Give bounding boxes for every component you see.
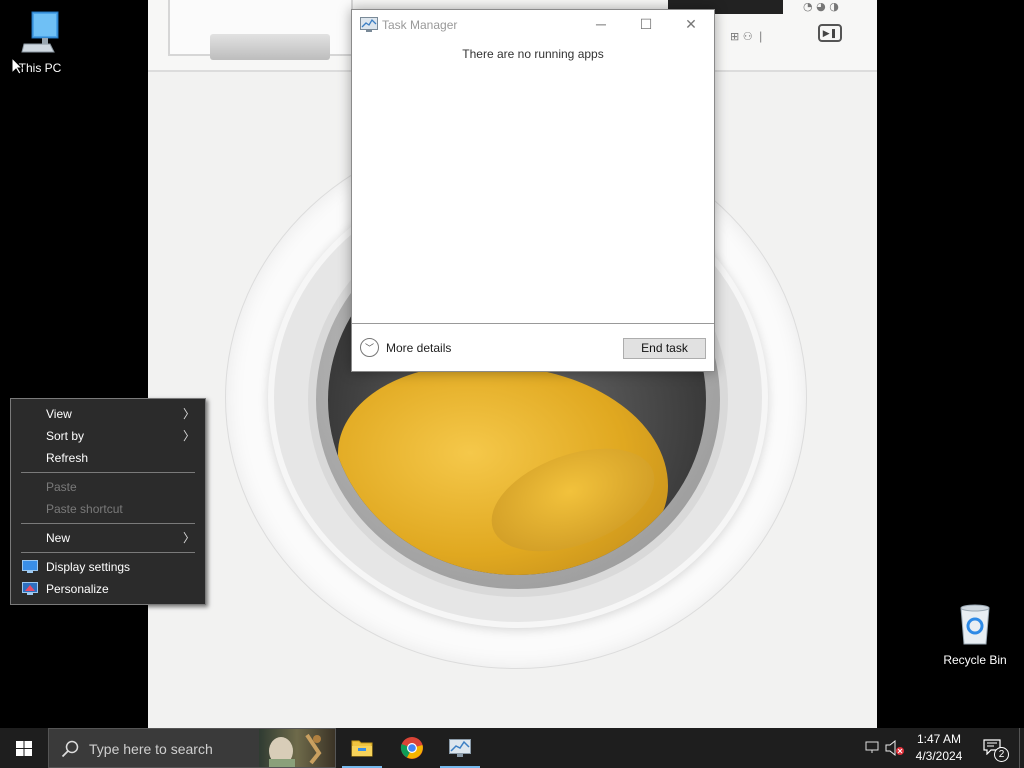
clock-date: 4/3/2024 [915,749,963,763]
taskbar-file-explorer[interactable] [338,728,386,768]
windows-logo-icon [16,741,32,756]
taskbar-search-box[interactable]: Type here to search [48,728,336,768]
computer-icon [21,11,59,53]
menu-item-display-settings[interactable]: Display settings [11,556,205,578]
action-center-button[interactable]: 2 [980,728,1010,768]
menu-item-label: New [46,531,71,545]
empty-state-message: There are no running apps [462,47,604,61]
show-desktop-button[interactable] [1019,728,1024,768]
chevron-right-icon: 〉 [182,407,195,421]
menu-item-label: Refresh [46,451,89,465]
menu-separator [21,523,195,524]
chevron-down-icon[interactable]: ﹀ [360,338,379,357]
search-placeholder: Type here to search [89,741,213,757]
wallpaper-symbol-icon: ◔ ◕ ◑ [803,0,839,13]
chevron-right-icon: 〉 [182,531,195,545]
wallpaper-start-pause-icon: ▶❚ [818,24,842,42]
taskbar-chrome[interactable] [388,728,436,768]
minimize-icon: ─ [596,16,606,32]
more-details-link[interactable]: More details [386,341,451,355]
taskbar-task-manager[interactable] [436,728,484,768]
menu-separator [21,552,195,553]
menu-item-refresh[interactable]: Refresh [11,447,205,469]
clock-time: 1:47 AM [916,732,962,746]
desktop[interactable]: ⊞ ⚇ ❘ ◔ ◕ ◑ ▶❚ This PC Recycle Bin View … [0,0,1024,728]
menu-separator [21,472,195,473]
network-icon [865,741,879,753]
end-task-button[interactable]: End task [623,338,706,359]
display-settings-icon [22,560,38,573]
menu-item-paste: Paste [11,476,205,498]
task-manager-footer: ﹀ More details End task [352,323,714,371]
task-manager-icon [449,739,471,757]
chevron-right-icon: 〉 [182,429,195,443]
menu-item-label: View [46,407,72,421]
maximize-icon: ☐ [639,16,653,32]
search-icon [61,740,79,758]
task-manager-icon [360,17,378,32]
search-highlight-illustration [269,733,322,767]
menu-item-label: Display settings [46,560,131,574]
close-button[interactable]: ✕ [668,10,714,40]
menu-item-new[interactable]: New 〉 [11,527,205,549]
menu-item-label: Personalize [46,582,109,596]
desktop-context-menu: View 〉 Sort by 〉 Refresh Paste Paste sho… [10,398,206,605]
wallpaper-symbol-icon: ⊞ ⚇ ❘ [730,30,766,43]
search-highlight-image [259,729,335,767]
title-bar[interactable]: Task Manager ─ ☐ ✕ [352,10,714,40]
minimize-button[interactable]: ─ [578,10,624,40]
recycle-bin-icon [960,604,990,645]
folder-icon [351,740,373,757]
taskbar-clock[interactable]: 1:47 AM 4/3/2024 [900,731,978,765]
menu-item-label: Paste [46,480,77,494]
desktop-icon-recycle-bin[interactable]: Recycle Bin [937,602,1013,667]
menu-item-paste-shortcut: Paste shortcut [11,498,205,520]
wallpaper-drawer-handle [210,34,330,60]
taskbar: Type here to search 1:47 AM 4/3/2024 2 [0,728,1024,768]
task-manager-window: Task Manager ─ ☐ ✕ There are no running … [351,9,715,372]
desktop-icon-label: Recycle Bin [943,653,1007,667]
menu-item-sort-by[interactable]: Sort by 〉 [11,425,205,447]
menu-item-personalize[interactable]: Personalize [11,578,205,600]
personalize-icon [22,582,38,595]
maximize-button[interactable]: ☐ [623,10,669,40]
window-title: Task Manager [382,18,458,32]
menu-item-label: Sort by [46,429,85,443]
start-button[interactable] [0,728,48,768]
mouse-cursor-icon [11,57,23,75]
chrome-icon [400,737,423,759]
tray-network[interactable] [865,728,879,768]
menu-item-view[interactable]: View 〉 [11,403,205,425]
menu-item-label: Paste shortcut [46,502,123,516]
close-icon: ✕ [685,16,697,32]
notification-count-badge: 2 [994,747,1009,762]
